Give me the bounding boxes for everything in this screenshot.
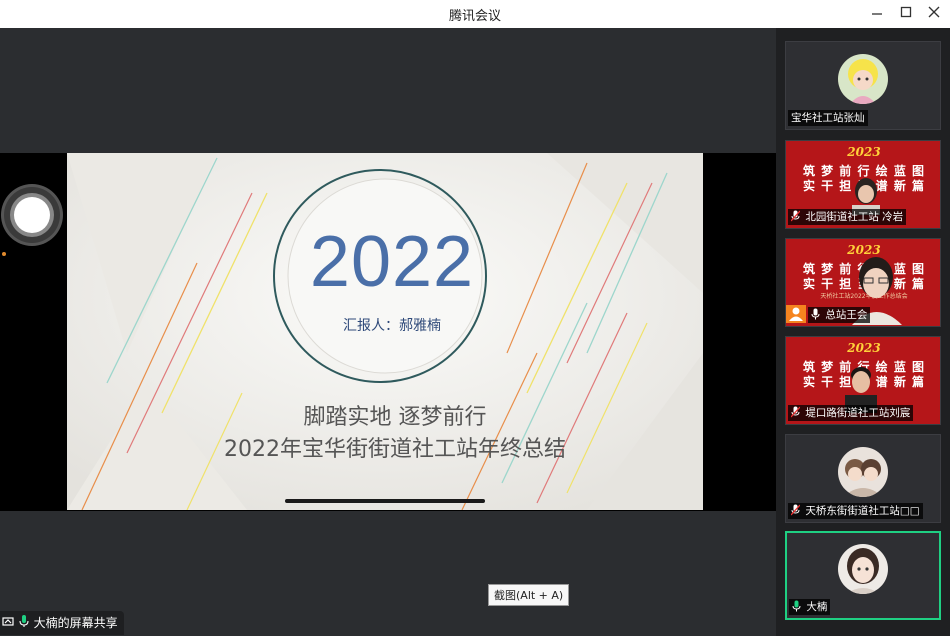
close-button[interactable] xyxy=(919,3,949,25)
mic-muted-icon xyxy=(790,504,801,521)
avatar xyxy=(838,54,888,104)
participant-tile[interactable]: 宝华社工站张灿 xyxy=(785,41,941,130)
participant-name: 北园街道社工站 冷岩 xyxy=(788,209,907,227)
screen-share-icon xyxy=(2,612,14,636)
screen-share-label: 大楠的屏幕共享 xyxy=(33,616,118,630)
participant-name: 大楠 xyxy=(789,599,831,617)
participant-name: 天桥东街街道社工站□□ xyxy=(788,503,923,519)
participant-name: 宝华社工站张灿 xyxy=(788,110,868,126)
slide-subtitle: 脚踏实地 逐梦前行 xyxy=(303,405,487,430)
window-title: 腾讯会议 xyxy=(448,9,501,24)
title-bar: 腾讯会议 xyxy=(0,0,950,28)
main-stage: 2022 汇报人：郝雅楠 脚踏实地 逐梦前行 2022年宝华街街道社工站年终总结 xyxy=(0,28,776,636)
banner-year: 2023 xyxy=(847,145,881,159)
participant-tile-active[interactable]: 大楠 xyxy=(785,531,941,620)
participant-name: 总站王会 xyxy=(808,307,871,325)
maximize-icon xyxy=(900,6,912,18)
mic-muted-icon xyxy=(790,210,801,227)
record-button[interactable] xyxy=(4,187,60,243)
close-icon xyxy=(928,6,940,18)
status-dot xyxy=(2,252,6,256)
participant-tile[interactable]: 2023 筑 梦 前 行 绘 蓝 图 实 干 担 当 谱 新 篇 天桥社工站20… xyxy=(785,238,941,327)
avatar xyxy=(838,447,888,497)
mic-muted-icon xyxy=(790,406,801,423)
participant-tile[interactable]: 天桥东街街道社工站□□ xyxy=(785,434,941,523)
participant-tile[interactable]: 2023 筑 梦 前 行 绘 蓝 图 实 干 担 当 谱 新 篇 北园街道社工站… xyxy=(785,140,941,229)
participant-tile[interactable]: 2023 筑 梦 前 行 绘 蓝 图 实 干 担 当 谱 新 篇 堤口路街道社工… xyxy=(785,336,941,425)
participant-name: 堤口路街道社工站刘宸 xyxy=(788,405,914,423)
minimize-icon xyxy=(872,13,882,15)
mic-icon xyxy=(18,612,30,636)
slide-year: 2022 xyxy=(309,222,475,302)
minimize-button[interactable] xyxy=(862,3,892,25)
slide-progress-bar xyxy=(285,499,485,503)
screenshot-tooltip: 截图(Alt + A) xyxy=(488,584,570,606)
slide-title: 2022年宝华街街道社工站年终总结 xyxy=(224,437,566,462)
shared-slide: 2022 汇报人：郝雅楠 脚踏实地 逐梦前行 2022年宝华街街道社工站年终总结 xyxy=(67,153,703,510)
screen-share-badge[interactable]: 大楠的屏幕共享 xyxy=(0,611,124,635)
mic-active-icon xyxy=(792,600,801,617)
mic-icon xyxy=(811,308,820,325)
avatar xyxy=(838,544,888,594)
maximize-button[interactable] xyxy=(891,3,921,25)
slide-reporter: 汇报人：郝雅楠 xyxy=(343,318,441,334)
banner-year: 2023 xyxy=(847,341,881,355)
host-user-icon xyxy=(786,305,806,323)
